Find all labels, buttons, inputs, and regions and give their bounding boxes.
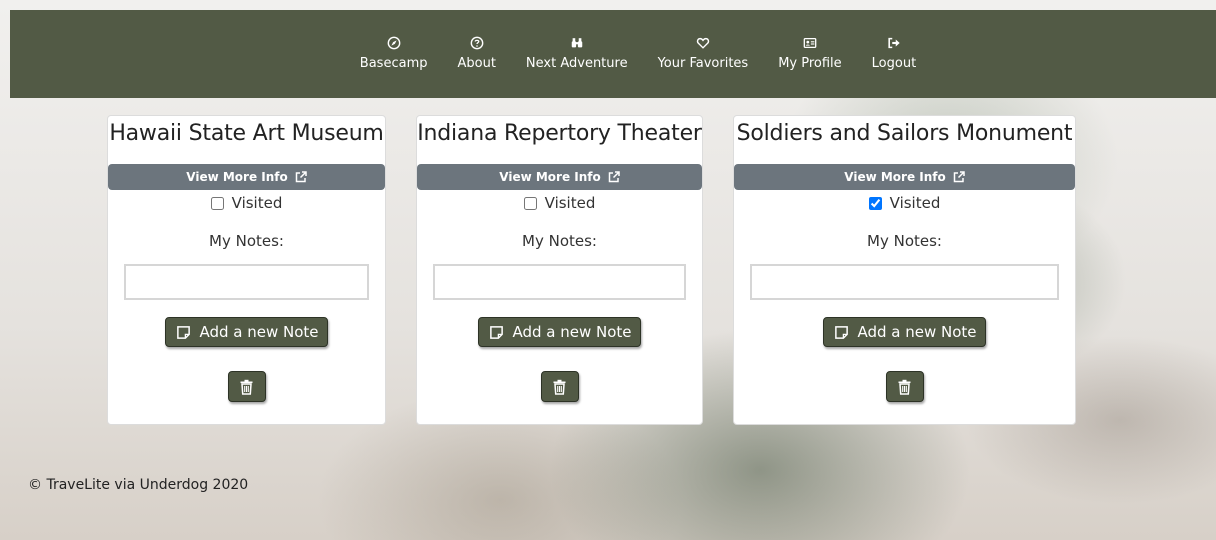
place-title: Indiana Repertory Theater — [417, 121, 702, 146]
sign-out-icon — [888, 37, 900, 49]
nav-basecamp[interactable]: Basecamp — [359, 36, 428, 72]
external-link-icon — [608, 171, 620, 183]
place-card: Indiana Repertory Theater View More Info… — [416, 115, 703, 425]
add-note-label: Add a new Note — [857, 323, 977, 341]
notes-input[interactable] — [433, 264, 686, 300]
nav-label: Basecamp — [359, 56, 428, 71]
nav-label: Logout — [871, 56, 917, 71]
visited-checkbox-row[interactable]: Visited — [868, 194, 941, 212]
visited-checkbox[interactable] — [523, 196, 537, 210]
place-title: Soldiers and Sailors Monument — [736, 121, 1073, 146]
notes-input[interactable] — [750, 264, 1059, 300]
heart-icon — [696, 37, 710, 49]
footer-copyright: © TraveLite via Underdog 2020 — [28, 477, 249, 493]
notes-input[interactable] — [124, 264, 369, 300]
view-more-info-label: View More Info — [499, 170, 601, 184]
nav-label: About — [457, 56, 496, 71]
delete-button[interactable] — [885, 371, 924, 402]
add-note-label: Add a new Note — [199, 323, 319, 341]
trash-icon — [898, 379, 911, 395]
external-link-icon — [295, 171, 307, 183]
place-title: Hawaii State Art Museum — [109, 121, 384, 146]
visited-checkbox[interactable] — [210, 196, 224, 210]
binoculars-icon — [571, 38, 582, 48]
question-circle-icon — [470, 36, 484, 50]
top-navbar: Basecamp About Next Adventure Your Favor… — [10, 10, 1216, 98]
compass-icon — [387, 36, 401, 50]
my-notes-label: My Notes: — [522, 232, 597, 250]
visited-label: Visited — [889, 194, 941, 212]
sticky-note-icon — [490, 325, 504, 339]
view-more-info-button[interactable]: View More Info — [734, 164, 1075, 190]
nav-your-favorites[interactable]: Your Favorites — [657, 36, 749, 72]
trash-icon — [553, 379, 566, 395]
nav-my-profile[interactable]: My Profile — [778, 36, 842, 72]
place-card: Soldiers and Sailors Monument View More … — [733, 115, 1076, 425]
add-note-button[interactable]: Add a new Note — [478, 317, 641, 347]
visited-checkbox-row[interactable]: Visited — [523, 194, 596, 212]
view-more-info-button[interactable]: View More Info — [417, 164, 702, 190]
my-notes-label: My Notes: — [867, 232, 942, 250]
add-note-label: Add a new Note — [512, 323, 632, 341]
view-more-info-button[interactable]: View More Info — [108, 164, 385, 190]
delete-button[interactable] — [540, 371, 579, 402]
nav-about[interactable]: About — [457, 36, 496, 72]
visited-label: Visited — [231, 194, 283, 212]
id-card-icon — [803, 37, 817, 49]
my-notes-label: My Notes: — [209, 232, 284, 250]
visited-checkbox-row[interactable]: Visited — [210, 194, 283, 212]
visited-checkbox[interactable] — [868, 196, 882, 210]
nav-label: Next Adventure — [525, 56, 628, 71]
trash-icon — [240, 379, 253, 395]
nav-label: My Profile — [778, 56, 842, 71]
visited-label: Visited — [544, 194, 596, 212]
sticky-note-icon — [835, 325, 849, 339]
add-note-button[interactable]: Add a new Note — [823, 317, 986, 347]
delete-button[interactable] — [227, 371, 266, 402]
nav-logout[interactable]: Logout — [871, 36, 917, 72]
nav-label: Your Favorites — [657, 56, 749, 71]
view-more-info-label: View More Info — [186, 170, 288, 184]
sticky-note-icon — [177, 325, 191, 339]
place-card: Hawaii State Art Museum View More Info V… — [107, 115, 386, 425]
nav-next-adventure[interactable]: Next Adventure — [526, 36, 628, 72]
add-note-button[interactable]: Add a new Note — [165, 317, 328, 347]
view-more-info-label: View More Info — [844, 170, 946, 184]
external-link-icon — [953, 171, 965, 183]
